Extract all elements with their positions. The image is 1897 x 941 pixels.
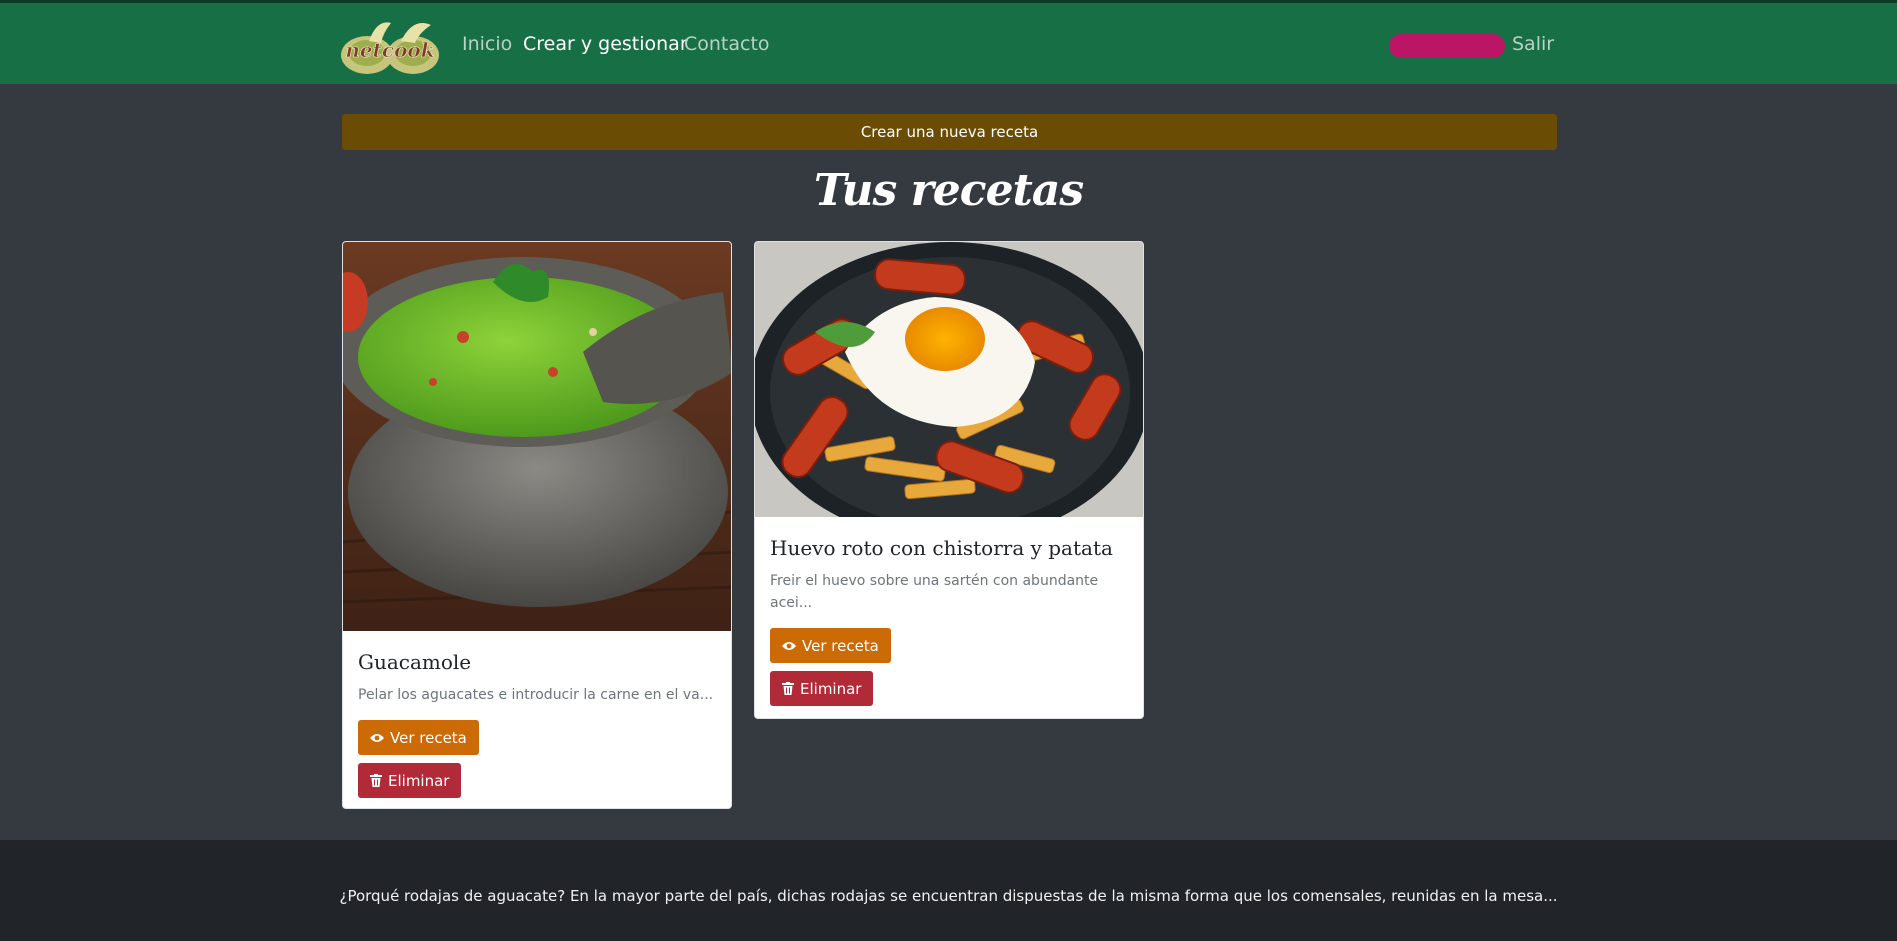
recipe-title: Guacamole: [358, 650, 472, 674]
nav-link-crear-y-gestionar[interactable]: Crear y gestionar: [523, 33, 688, 55]
delete-recipe-label: Eliminar: [388, 771, 450, 790]
view-recipe-button[interactable]: Ver receta: [770, 628, 891, 663]
view-recipe-label: Ver receta: [390, 728, 467, 747]
nav-link-inicio[interactable]: Inicio: [462, 33, 512, 55]
recipe-title: Huevo roto con chistorra y patata: [770, 536, 1113, 560]
svg-text:netcook: netcook: [345, 38, 434, 62]
footer: ¿Porqué rodajas de aguacate? En la mayor…: [0, 840, 1897, 941]
view-recipe-label: Ver receta: [802, 636, 879, 655]
recipe-image-huevo-roto[interactable]: [755, 242, 1144, 517]
eye-icon: [370, 733, 384, 742]
user-badge[interactable]: [1389, 34, 1505, 58]
page-title: Tus recetas: [813, 165, 1084, 216]
new-recipe-button[interactable]: Crear una nueva receta: [342, 114, 1557, 150]
recipe-image-guacamole[interactable]: [343, 242, 732, 631]
logout-link[interactable]: Salir: [1512, 33, 1554, 55]
recipe-card: Huevo roto con chistorra y patata Freir …: [754, 241, 1144, 719]
delete-recipe-label: Eliminar: [800, 679, 862, 698]
view-recipe-button[interactable]: Ver receta: [358, 720, 479, 755]
recipe-description: Pelar los aguacates e introducir la carn…: [358, 687, 714, 703]
footer-text: ¿Porqué rodajas de aguacate? En la mayor…: [339, 887, 1558, 905]
recipe-description: Freir el huevo sobre una sartén con abun…: [770, 573, 1099, 611]
trash-icon: [370, 774, 382, 787]
netcook-logo[interactable]: netcook: [341, 17, 439, 75]
eye-icon: [782, 641, 796, 650]
trash-icon: [782, 682, 794, 695]
navbar: netcook Inicio Crear y gestionar Contact…: [0, 0, 1897, 84]
delete-recipe-button[interactable]: Eliminar: [770, 671, 874, 706]
nav-link-contacto[interactable]: Contacto: [684, 33, 770, 55]
recipe-card: Guacamole Pelar los aguacates e introduc…: [342, 241, 732, 809]
delete-recipe-button[interactable]: Eliminar: [358, 763, 462, 798]
